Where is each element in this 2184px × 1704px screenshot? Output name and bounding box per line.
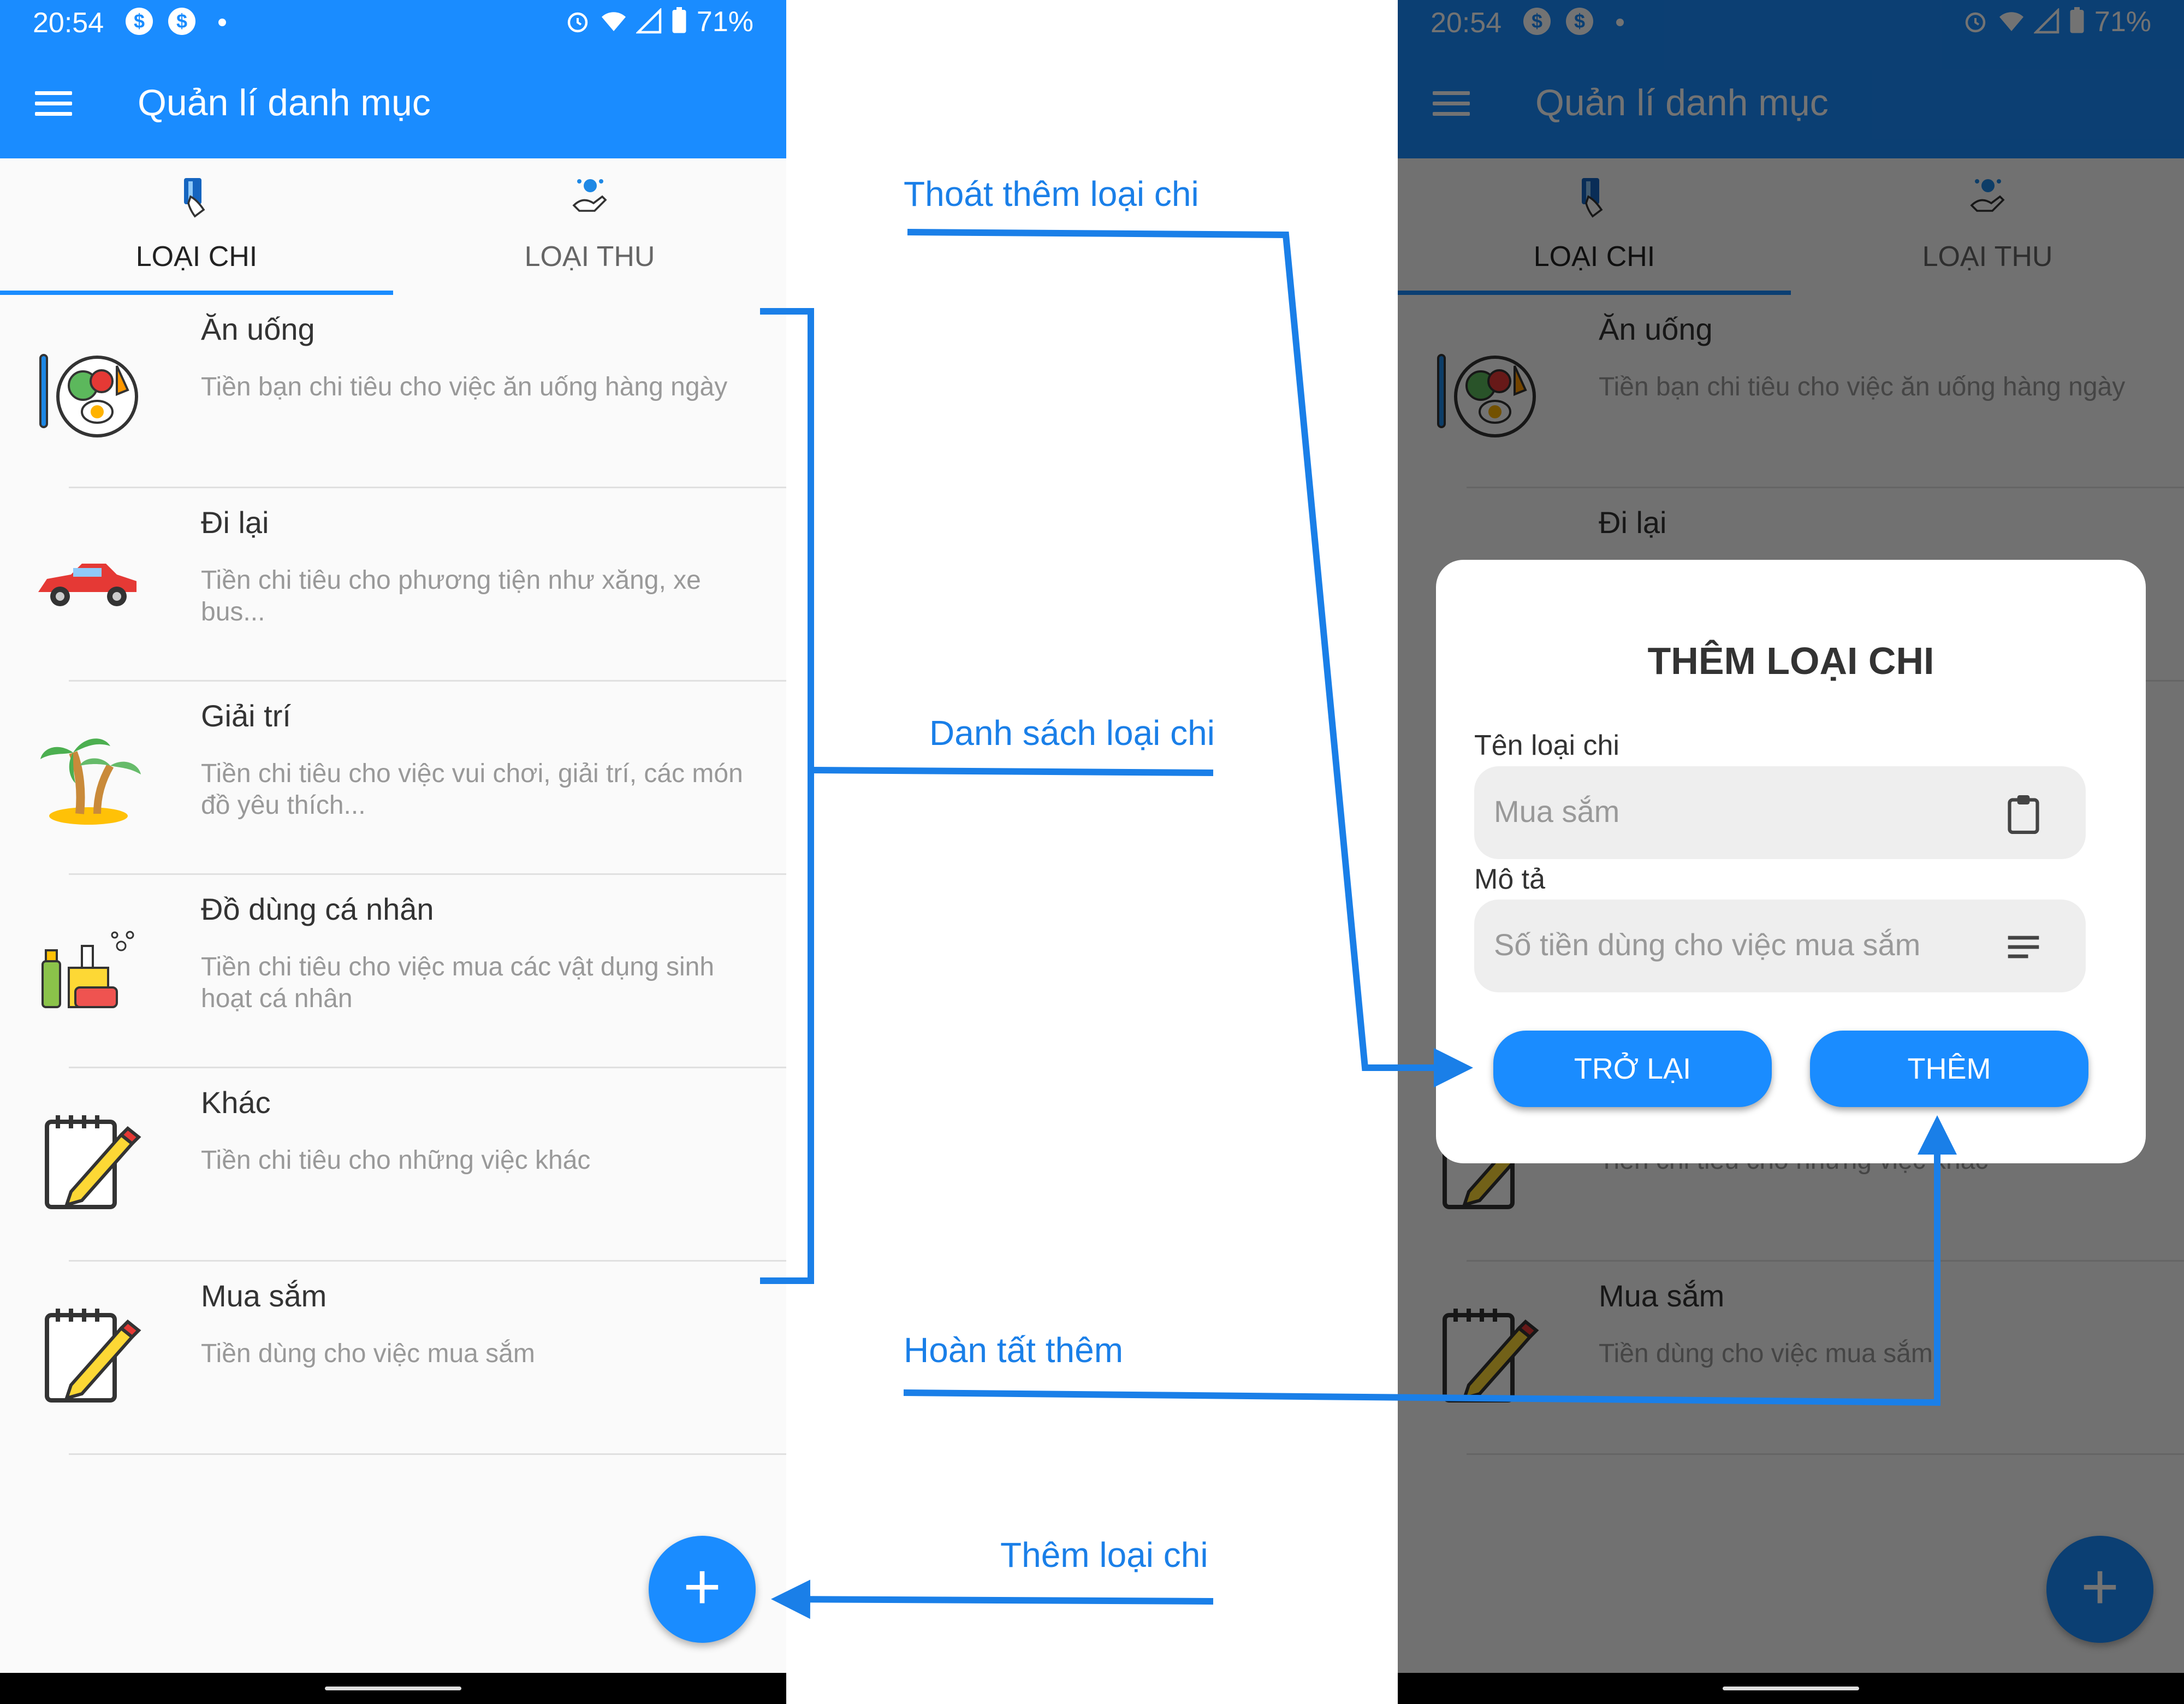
list-connector xyxy=(810,767,1214,776)
annotation-exit-add: Thoát thêm loại chi xyxy=(904,174,1199,214)
exit-add-connector xyxy=(907,229,1473,1087)
annotation-connectors xyxy=(760,229,1957,1619)
add-fab-connector xyxy=(771,1579,1214,1619)
annotation-add-category: Thêm loại chi xyxy=(1000,1535,1208,1575)
annotation-list: Danh sách loại chi xyxy=(929,713,1215,753)
list-bracket-connector xyxy=(760,308,814,1284)
annotation-complete-add: Hoàn tất thêm xyxy=(904,1330,1123,1370)
